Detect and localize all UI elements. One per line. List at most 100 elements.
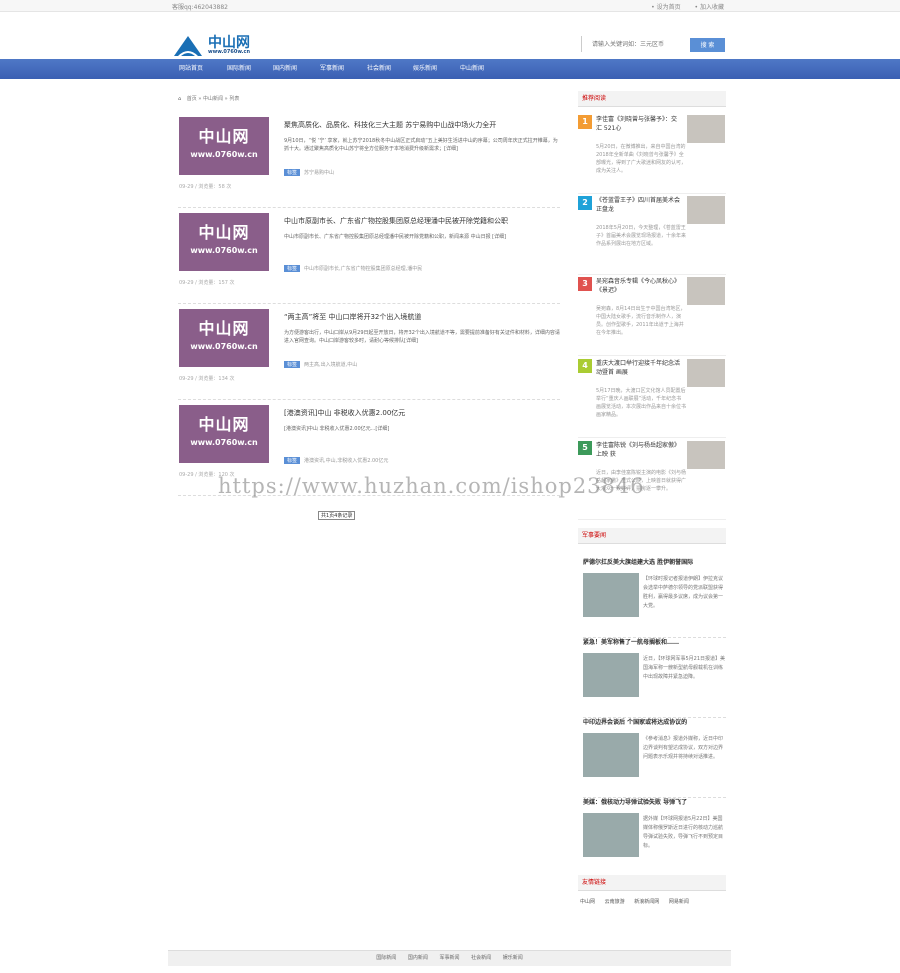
add-favorite-link[interactable]: • 加入收藏 — [695, 4, 724, 11]
tag-label: 标签 — [284, 361, 301, 368]
article-item: 中山网 www.0760w.cn 中山市原副市长、广东省广物控股集团原总经理潘中民… — [178, 213, 560, 304]
footer-link[interactable]: 社会新闻 — [471, 955, 491, 961]
military-item[interactable]: 萨德尔扛反美大旗组建大选 胜伊朝誉国际 【环球时报记者报道伊朗】伊拉克议会选举中… — [583, 557, 726, 638]
search-input[interactable] — [582, 36, 690, 52]
breadcrumb-current: 列表 — [229, 96, 240, 102]
breadcrumb-home[interactable]: 首页 — [187, 96, 197, 102]
article-meta: 09-29 / 浏览量：58 次 — [179, 184, 232, 190]
breadcrumb-category[interactable]: 中山新闻 — [203, 96, 223, 102]
tag-list[interactable]: 中山市原副市长,广东省广物控股集团原总经理,潘中民 — [304, 266, 422, 272]
military-desc: 《参考消息》报道外媒称，近日中印边界谈判有望达成协议，双方对边界问题表示乐观并将… — [643, 736, 724, 760]
article-desc: 9月10日，“悦 ‘宁’ 享家，就上苏宁2018秋冬中山战区正式启动“五上美好生… — [284, 138, 558, 152]
military-image[interactable] — [583, 573, 639, 617]
article-title[interactable]: 中山市原副市长、广东省广物控股集团原总经理潘中民被开除党籍和公职 — [284, 216, 508, 226]
article-thumbnail[interactable]: 中山网 www.0760w.cn — [179, 405, 269, 463]
military-desc: 近日，【环球网军事5月21日报道】美国海军称一艘新型航母舰载机在训练中出现故障并… — [643, 656, 726, 680]
rank-image[interactable] — [687, 277, 725, 305]
content: ⌂ 首页 » 中山新闻 » 列表 中山网 www.0760w.cn 聚焦高质化、品… — [168, 85, 731, 950]
article-thumbnail[interactable]: 中山网 www.0760w.cn — [179, 309, 269, 367]
military-image[interactable] — [583, 733, 639, 777]
footer-link[interactable]: 娱乐新闻 — [503, 955, 523, 961]
military-title-text[interactable]: 中印边界会谈后 个国家或将达成协议的 — [583, 717, 687, 726]
tag-list[interactable]: 两主高,出入境航道,中山 — [304, 362, 357, 368]
top-bar: 客服qq:462043882 • 设为首页 • 加入收藏 — [0, 0, 900, 12]
military-item[interactable]: 中印边界会谈后 个国家或将达成协议的 《参考消息》报道外媒称，近日中印边界谈判有… — [583, 717, 726, 798]
article-meta: 09-29 / 浏览量：134 次 — [179, 376, 235, 382]
tag-label: 标签 — [284, 457, 301, 464]
nav-item-zhongshan[interactable]: 中山新闻 — [460, 59, 484, 79]
footer-link[interactable]: 国际新闻 — [376, 955, 396, 961]
rank-item[interactable]: 1 李佳富《刘晓曾与张馨予》：交汇 521心 5月20日，在微博推出，来自中国台… — [578, 115, 726, 194]
military-title-text[interactable]: 美媒：俄核动力导弹试验失败 导弹飞了 — [583, 797, 687, 806]
military-image[interactable] — [583, 653, 639, 697]
article-item: 中山网 www.0760w.cn 聚焦高质化、品质化、科技化三大主题 苏宁易购中山… — [178, 117, 560, 208]
military-title-text[interactable]: 紧急！美军称售了一航母搁板和…… — [583, 637, 679, 646]
header: 中山网 www.0760w.cn 搜 索 — [0, 12, 900, 59]
rank-image[interactable] — [687, 441, 725, 469]
rank-title[interactable]: 《苍蓝雷王子》四川首届美术会 正盘龙 — [596, 196, 682, 214]
nav-item-military[interactable]: 军事新闻 — [320, 59, 344, 79]
sidebar: 推荐阅读 1 李佳富《刘晓曾与张馨予》：交汇 521心 5月20日，在微博推出，… — [578, 85, 726, 950]
military-image[interactable] — [583, 813, 639, 857]
nav-item-domestic[interactable]: 国内新闻 — [273, 59, 297, 79]
rank-image[interactable] — [687, 196, 725, 224]
article-desc: 为方便游客出行，中山口岸从9月29日起至开放日，将开32个出入境航道不等，需要提… — [284, 330, 560, 344]
military-title: 军事要闻 — [578, 528, 726, 544]
friend-links-title: 友情链接 — [578, 875, 726, 891]
home-icon[interactable]: ⌂ — [178, 96, 181, 102]
article-title[interactable]: “两主高”将至 中山口岸将开32个出入境航道 — [284, 312, 421, 322]
footer: 国际新闻 国内新闻 军事新闻 社会新闻 娱乐新闻 — [168, 950, 731, 966]
rank-number: 2 — [578, 196, 592, 210]
search-button[interactable]: 搜 索 — [690, 38, 725, 52]
nav-item-society[interactable]: 社会新闻 — [367, 59, 391, 79]
friend-link[interactable]: 网易新闻 — [669, 899, 689, 905]
rank-item[interactable]: 3 吴宛森音乐专辑《今心凤秋心》《景迟》 吴宛森，8月14日出生于中国台湾地区，… — [578, 277, 726, 356]
article-desc: [港澳资讯]中山 非税收入优惠2.00亿元...[详细] — [284, 426, 390, 432]
set-homepage-link[interactable]: • 设为首页 — [651, 4, 680, 11]
article-desc: 中山市原副市长、广东省广物控股集团原总经理潘中民被开除党籍和公职，新闻来源 中山… — [284, 234, 507, 240]
rank-number: 3 — [578, 277, 592, 291]
article-thumbnail[interactable]: 中山网 www.0760w.cn — [179, 213, 269, 271]
logo-url: www.0760w.cn — [208, 49, 251, 55]
rank-number: 4 — [578, 359, 592, 373]
nav-item-international[interactable]: 国际新闻 — [227, 59, 251, 79]
friend-link[interactable]: 新浪新闻网 — [634, 899, 659, 905]
military-title-text[interactable]: 萨德尔扛反美大旗组建大选 胜伊朝誉国际 — [583, 557, 693, 566]
military-item[interactable]: 美媒：俄核动力导弹试验失败 导弹飞了 据外媒【环球网报道5月22日】美国媒体称俄… — [583, 797, 726, 878]
footer-link[interactable]: 国内新闻 — [408, 955, 428, 961]
tag-list[interactable]: 苏宁易购中山 — [304, 170, 334, 176]
article-thumbnail[interactable]: 中山网 www.0760w.cn — [179, 117, 269, 175]
tag-list[interactable]: 港澳资讯,中山,非税收入优惠2.00亿元 — [304, 458, 388, 464]
nav-item-entertainment[interactable]: 娱乐新闻 — [413, 59, 437, 79]
watermark: https://www.huzhan.com/ishop23846 — [218, 474, 645, 498]
military-desc: 【环球时报记者报道伊朗】伊拉克议会选举中萨德尔领导的党派联盟获得胜利，赢得最多议… — [643, 576, 724, 609]
article-title[interactable]: [港澳资讯]中山 非税收入优惠2.00亿元 — [284, 408, 405, 418]
footer-link[interactable]: 军事新闻 — [439, 955, 459, 961]
tag-row: 标签 中山市原副市长,广东省广物控股集团原总经理,潘中民 — [284, 265, 422, 272]
rank-title[interactable]: 李佳富《刘晓曾与张馨予》：交汇 521心 — [596, 115, 682, 133]
rank-title[interactable]: 李佳富陈锐《刘与杨岳超家傲》上映 获 — [596, 441, 682, 459]
rank-number: 5 — [578, 441, 592, 455]
military-item[interactable]: 紧急！美军称售了一航母搁板和…… 近日，【环球网军事5月21日报道】美国海军称一… — [583, 637, 726, 718]
rank-image[interactable] — [687, 115, 725, 143]
friend-link[interactable]: 中山网 — [580, 899, 595, 905]
rank-image[interactable] — [687, 359, 725, 387]
rank-desc: 吴宛森，8月14日出生于中国台湾地区，中国大陆女歌手，流行音乐制作人，演员。创作… — [596, 306, 686, 336]
top-links: • 设为首页 • 加入收藏 — [639, 2, 724, 11]
article-meta: 09-29 / 浏览量：157 次 — [179, 280, 235, 286]
article-title[interactable]: 聚焦高质化、品质化、科技化三大主题 苏宁易购中山战中场火力全开 — [284, 120, 496, 130]
site-logo[interactable]: 中山网 www.0760w.cn — [172, 32, 262, 60]
article-list: ⌂ 首页 » 中山新闻 » 列表 中山网 www.0760w.cn 聚焦高质化、品… — [168, 85, 566, 585]
rank-title[interactable]: 重庆大渡口举行迎接千年纪念活动暨首 画展 — [596, 359, 682, 377]
rank-item[interactable]: 2 《苍蓝雷王子》四川首届美术会 正盘龙 2018年5月20日，今天整理，《苍蓝… — [578, 196, 726, 275]
tag-label: 标签 — [284, 169, 301, 176]
search-box — [581, 36, 690, 52]
friend-link[interactable]: 云南旅游 — [605, 899, 625, 905]
pager[interactable]: 共1页4条记录 — [318, 511, 356, 520]
recommend-title: 推荐阅读 — [578, 91, 726, 107]
nav-item-home[interactable]: 网站首页 — [179, 59, 203, 79]
rank-title[interactable]: 吴宛森音乐专辑《今心凤秋心》《景迟》 — [596, 277, 682, 295]
tag-label: 标签 — [284, 265, 301, 272]
service-qq: 客服qq:462043882 — [172, 4, 228, 11]
rank-item[interactable]: 4 重庆大渡口举行迎接千年纪念活动暨首 画展 5月17日晚，大渡口区文化馆人员配… — [578, 359, 726, 438]
